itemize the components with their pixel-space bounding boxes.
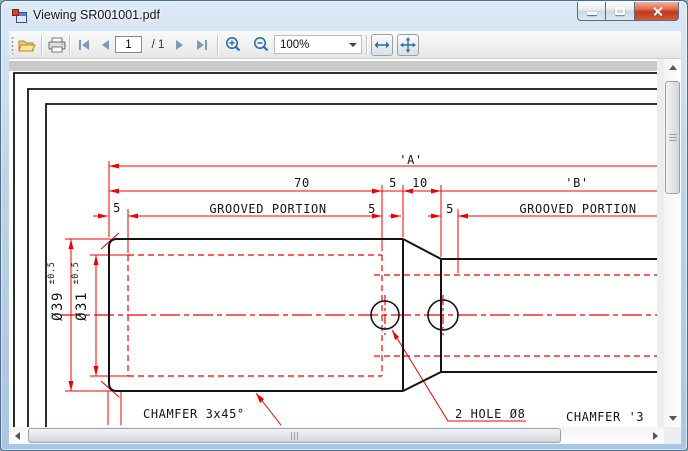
drawing-canvas: 'A' 'B' 70 5 10 5 GROOVED PORTION 5 5 GR… xyxy=(9,59,664,427)
page-number-input[interactable]: 1 xyxy=(115,36,142,53)
dim-label-5-mid: 5 xyxy=(368,202,376,216)
page-total-label: / 1 xyxy=(147,31,169,59)
open-file-button[interactable] xyxy=(17,31,37,59)
chevron-down-icon xyxy=(349,43,357,47)
thumb-grip-icon xyxy=(291,432,299,440)
arrow-down-icon xyxy=(669,416,677,421)
minimize-button[interactable] xyxy=(577,2,606,21)
window-title: Viewing SR001001.pdf xyxy=(33,8,160,22)
chamfer-note-right-label: CHAMFER '3 xyxy=(566,410,644,424)
title-bar[interactable]: Viewing SR001001.pdf xyxy=(1,1,687,31)
close-button[interactable] xyxy=(634,2,679,21)
page-top-shadow xyxy=(9,61,657,71)
toolbar: 1 / 1 xyxy=(9,31,681,59)
separator xyxy=(69,35,70,55)
dim-label-5-left: 5 xyxy=(113,201,121,215)
pdf-viewer-window: Viewing SR001001.pdf xyxy=(0,0,688,451)
vertical-scroll-thumb[interactable] xyxy=(665,81,680,194)
dim-label-section-b: 'B' xyxy=(565,176,588,190)
zoom-out-button[interactable] xyxy=(250,31,272,59)
horizontal-scroll-thumb[interactable] xyxy=(28,428,561,443)
printer-icon xyxy=(48,37,66,53)
scroll-up-button[interactable] xyxy=(664,59,681,76)
toolbar-grip xyxy=(11,36,15,54)
print-button[interactable] xyxy=(47,31,67,59)
zoom-out-icon xyxy=(252,36,270,54)
last-page-button[interactable] xyxy=(192,31,212,59)
dia-31-label: Ø31 xyxy=(74,291,90,321)
zoom-in-button[interactable] xyxy=(222,31,244,59)
open-folder-icon xyxy=(18,38,36,53)
dia-39-label: Ø39 xyxy=(50,291,66,321)
hole-note-label: 2 HOLE Ø8 xyxy=(455,407,525,421)
dia-39-tolerance: ±0.5 xyxy=(47,262,57,285)
arrow-up-icon xyxy=(669,65,677,70)
dia-31-tolerance: ±0.5 xyxy=(71,262,81,285)
vertical-scrollbar[interactable] xyxy=(664,59,681,427)
dim-label-section-a: 'A' xyxy=(399,153,422,167)
center-line xyxy=(61,295,657,335)
scroll-left-button[interactable] xyxy=(9,427,26,444)
scroll-right-button[interactable] xyxy=(647,427,664,444)
thumb-grip-icon xyxy=(669,134,677,142)
fit-page-icon xyxy=(400,37,416,53)
previous-page-button[interactable] xyxy=(96,31,114,59)
dim-label-70: 70 xyxy=(294,176,310,190)
scrollbar-corner xyxy=(664,427,681,444)
zoom-level-value: 100% xyxy=(275,39,349,51)
horizontal-scrollbar[interactable] xyxy=(9,427,664,444)
first-page-icon xyxy=(78,40,90,50)
grooved-portion-right-label: GROOVED PORTION xyxy=(519,202,636,216)
scroll-down-button[interactable] xyxy=(664,410,681,427)
zoom-level-combobox[interactable]: 100% xyxy=(274,35,362,54)
separator xyxy=(366,35,367,55)
page-right-gutter xyxy=(657,59,664,427)
grooved-portion-left-label: GROOVED PORTION xyxy=(209,202,326,216)
zoom-in-icon xyxy=(224,36,242,54)
dim-label-5-top: 5 xyxy=(389,176,397,190)
next-page-icon xyxy=(175,40,184,50)
last-page-icon xyxy=(196,40,208,50)
fit-width-button[interactable] xyxy=(371,34,393,56)
dim-label-5-right: 5 xyxy=(446,202,454,216)
chamfer-note-label: CHAMFER 3x45° xyxy=(143,407,245,421)
sheet-frame xyxy=(14,73,657,427)
fit-width-icon xyxy=(374,40,390,50)
previous-page-icon xyxy=(101,40,110,50)
maximize-icon xyxy=(615,7,625,15)
dim-label-10: 10 xyxy=(412,176,428,190)
separator xyxy=(41,35,42,55)
app-form-icon xyxy=(12,8,28,24)
close-icon xyxy=(652,6,663,17)
arrow-left-icon xyxy=(15,432,20,440)
window-content: 1 / 1 xyxy=(9,31,681,444)
pdf-page-viewport[interactable]: 'A' 'B' 70 5 10 5 GROOVED PORTION 5 5 GR… xyxy=(9,59,664,427)
dimension-lines xyxy=(65,161,657,425)
minimize-icon xyxy=(587,12,597,15)
first-page-button[interactable] xyxy=(75,31,93,59)
maximize-button[interactable] xyxy=(606,2,634,21)
next-page-button[interactable] xyxy=(170,31,188,59)
fit-page-button[interactable] xyxy=(397,34,419,56)
separator xyxy=(217,35,218,55)
arrow-right-icon xyxy=(653,432,658,440)
